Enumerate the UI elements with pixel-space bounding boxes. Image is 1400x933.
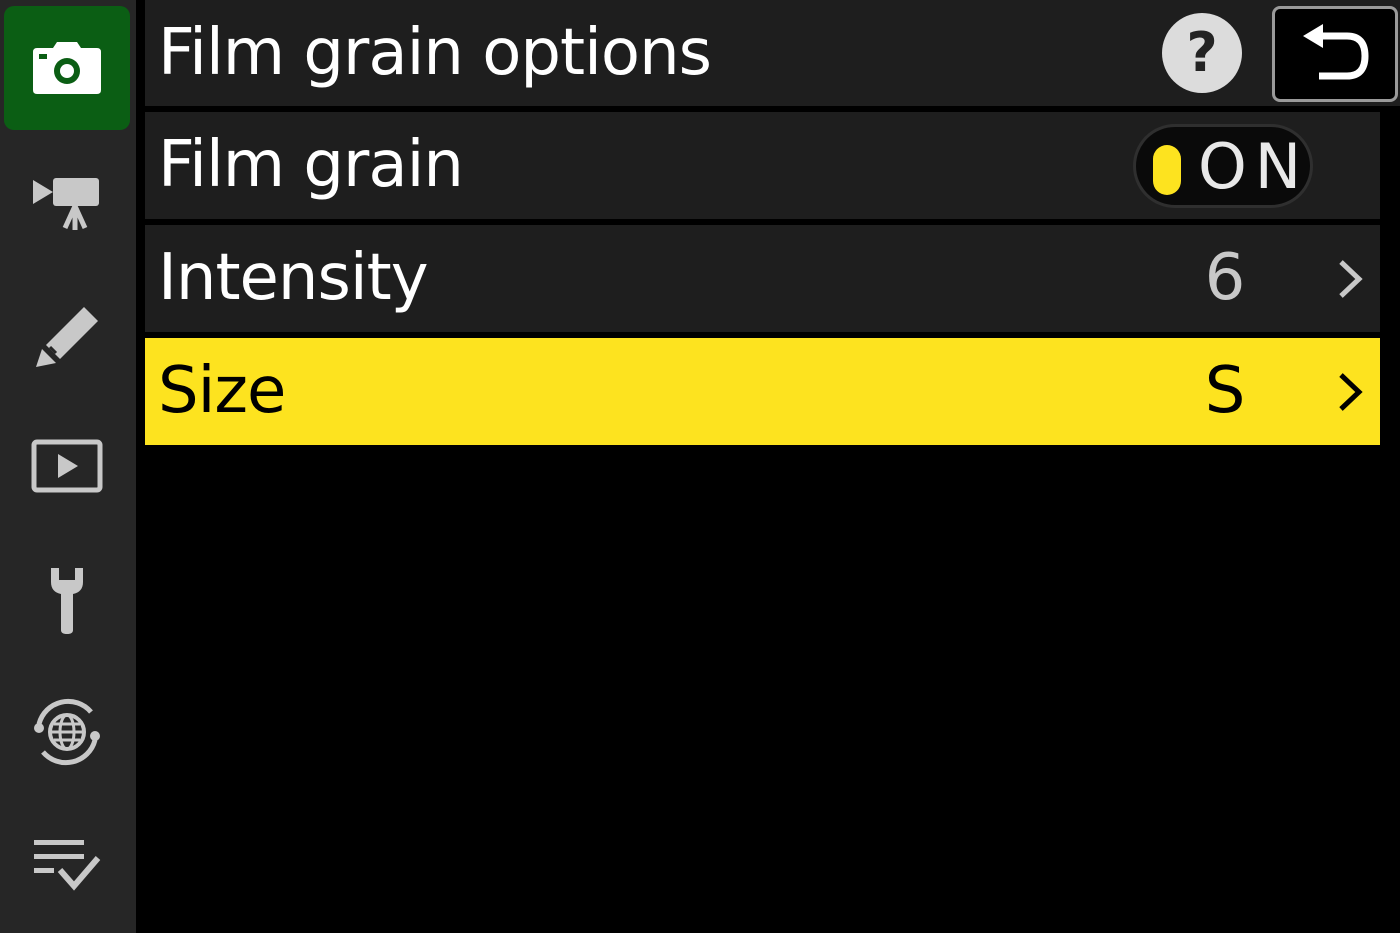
- tab-custom-settings[interactable]: [4, 272, 130, 396]
- camera-icon: [33, 42, 101, 94]
- toggle-label: ON: [1198, 130, 1310, 203]
- row-value: 6: [1204, 241, 1246, 315]
- wrench-icon: [51, 568, 83, 634]
- row-label: Intensity: [158, 241, 429, 315]
- page-title: Film grain options: [158, 16, 712, 90]
- tab-setup[interactable]: [4, 538, 130, 662]
- menu-tab-sidebar: [0, 0, 136, 933]
- help-button[interactable]: ?: [1162, 13, 1242, 93]
- tab-photo-shooting[interactable]: [4, 6, 130, 130]
- my-menu-icon: [34, 840, 101, 891]
- camera-menu-screen: Film grain options ? Film grain ON Inten…: [0, 0, 1400, 933]
- row-label: Film grain: [158, 128, 464, 202]
- network-globe-icon: [34, 698, 100, 766]
- tab-video-recording[interactable]: [4, 140, 130, 264]
- return-arrow-icon: [1303, 24, 1369, 80]
- tab-network[interactable]: [4, 670, 130, 794]
- menu-row-intensity[interactable]: Intensity 6: [145, 225, 1380, 332]
- tab-my-menu[interactable]: [4, 802, 130, 926]
- row-value: S: [1204, 354, 1246, 428]
- toggle-knob: [1153, 145, 1181, 195]
- tab-playback[interactable]: [4, 404, 130, 528]
- row-label: Size: [158, 354, 286, 428]
- menu-row-film-grain[interactable]: Film grain ON: [145, 112, 1380, 219]
- back-button[interactable]: [1272, 6, 1398, 102]
- film-grain-toggle[interactable]: ON: [1133, 124, 1313, 208]
- menu-row-size[interactable]: Size S: [145, 338, 1380, 445]
- menu-header: Film grain options ?: [145, 0, 1400, 106]
- chevron-right-icon: [1339, 260, 1363, 298]
- playback-icon: [31, 439, 103, 493]
- chevron-right-icon: [1339, 373, 1363, 411]
- video-camera-icon: [33, 178, 99, 230]
- pencil-icon: [36, 307, 98, 367]
